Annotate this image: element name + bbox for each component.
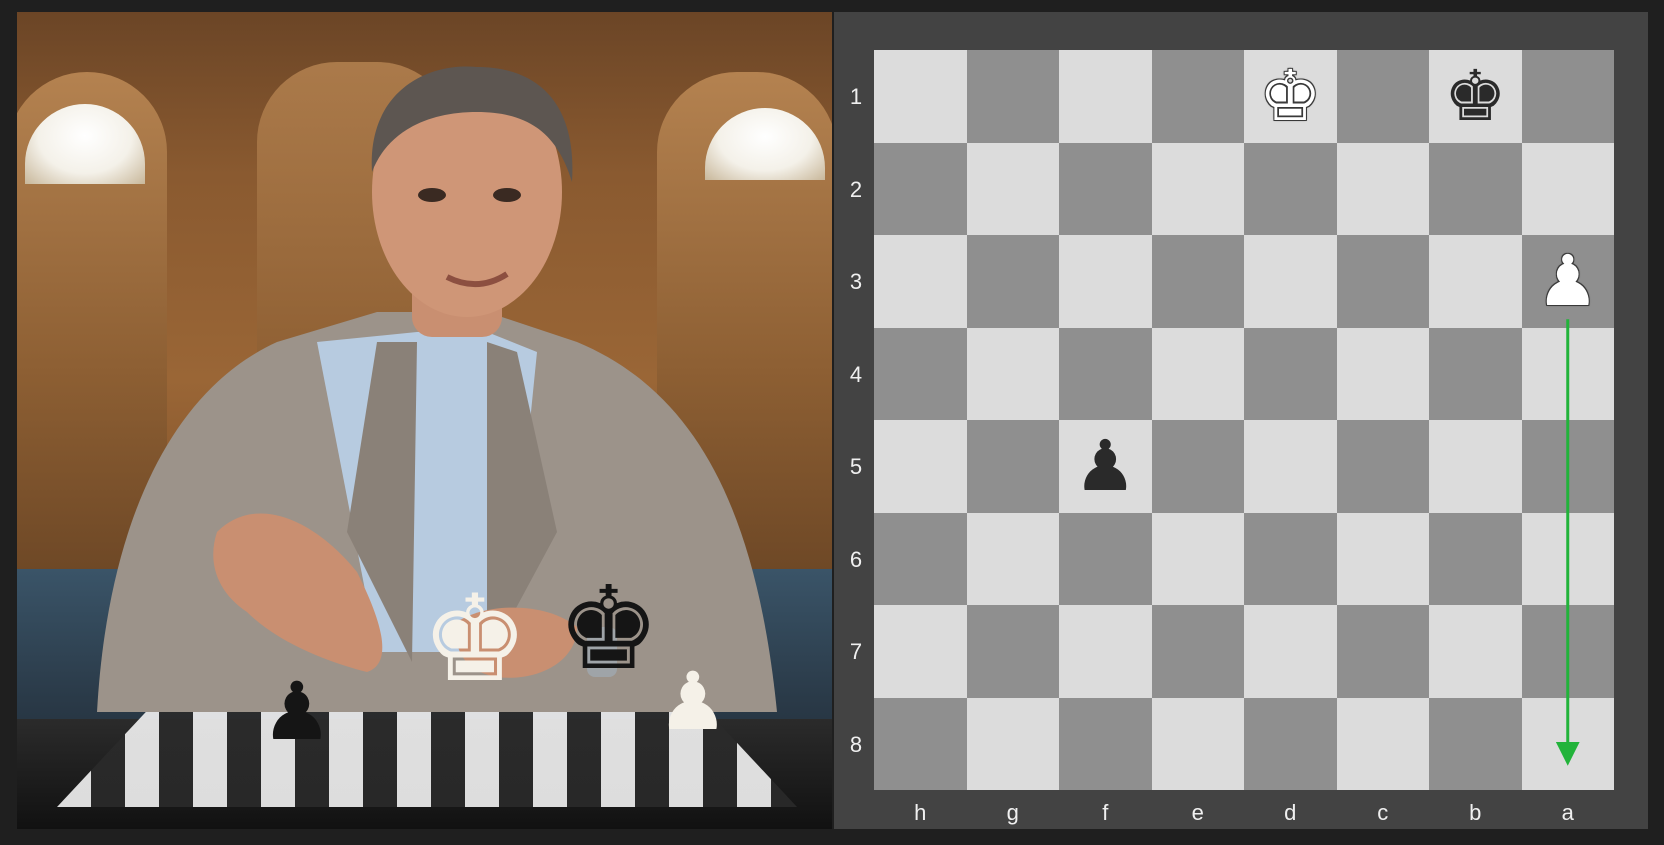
square-d6[interactable]	[1244, 512, 1337, 605]
square-f2[interactable]	[1059, 142, 1152, 235]
square-c4[interactable]	[1336, 327, 1429, 420]
square-d2[interactable]	[1244, 142, 1337, 235]
square-f5[interactable]: ♟	[1059, 420, 1152, 513]
white-king-icon[interactable]: ♚	[1244, 50, 1337, 143]
square-g2[interactable]	[966, 142, 1059, 235]
rank-label: 3	[849, 269, 863, 295]
square-e5[interactable]	[1151, 420, 1244, 513]
file-label: e	[1191, 800, 1204, 825]
square-c6[interactable]	[1336, 512, 1429, 605]
square-b1[interactable]: ♚	[1429, 50, 1522, 143]
square-a3[interactable]: ♟	[1521, 235, 1615, 328]
square-b4[interactable]	[1429, 327, 1522, 420]
rank-label: 6	[849, 546, 863, 572]
square-a5[interactable]	[1521, 420, 1614, 513]
square-e7[interactable]	[1151, 605, 1244, 698]
white-king-icon: ♚	[421, 570, 529, 709]
square-c7[interactable]	[1336, 605, 1429, 698]
square-d3[interactable]	[1244, 235, 1337, 328]
square-h3[interactable]	[874, 235, 967, 328]
square-b7[interactable]	[1429, 605, 1522, 698]
rank-label: 8	[849, 731, 863, 757]
square-g1[interactable]	[966, 50, 1059, 143]
square-e6[interactable]	[1151, 512, 1244, 605]
black-pawn-icon[interactable]: ♟	[1059, 420, 1152, 513]
file-label: h	[914, 800, 927, 825]
file-label: d	[1284, 800, 1297, 825]
square-d7[interactable]	[1244, 605, 1337, 698]
square-g8[interactable]	[966, 697, 1059, 790]
file-label: b	[1469, 800, 1482, 825]
square-a1[interactable]	[1521, 50, 1614, 143]
chess-diagram-panel: ♚ ♚ ♟ ♟ 12345678 hgfedcba	[834, 12, 1648, 829]
square-b5[interactable]	[1429, 420, 1522, 513]
white-pawn-icon: ♟	[657, 655, 729, 748]
square-e2[interactable]	[1151, 142, 1244, 235]
rank-label: 7	[849, 639, 863, 665]
square-b2[interactable]	[1429, 142, 1522, 235]
square-h6[interactable]	[874, 512, 967, 605]
square-h5[interactable]	[874, 420, 967, 513]
black-king-icon[interactable]: ♚	[1429, 50, 1522, 143]
square-c2[interactable]	[1336, 142, 1429, 235]
square-b6[interactable]	[1429, 512, 1522, 605]
rank-label: 5	[849, 454, 863, 480]
white-pawn-icon[interactable]: ♟	[1522, 235, 1615, 328]
chess-board[interactable]: ♚ ♚ ♟ ♟	[874, 50, 1614, 790]
square-c3[interactable]	[1336, 235, 1429, 328]
rank-label: 4	[849, 361, 863, 387]
rank-label: 1	[849, 84, 863, 110]
square-e4[interactable]	[1151, 327, 1244, 420]
square-c8[interactable]	[1336, 697, 1429, 790]
square-d8[interactable]	[1244, 697, 1337, 790]
square-g3[interactable]	[966, 235, 1059, 328]
square-g4[interactable]	[966, 327, 1059, 420]
square-c1[interactable]	[1336, 50, 1429, 143]
square-f1[interactable]	[1059, 50, 1152, 143]
square-e8[interactable]	[1151, 697, 1244, 790]
square-a8[interactable]	[1521, 697, 1614, 790]
square-d1[interactable]: ♚	[1244, 50, 1337, 143]
square-a6[interactable]	[1521, 512, 1614, 605]
black-pawn-icon: ♟	[261, 665, 333, 758]
file-label: c	[1377, 800, 1389, 825]
black-king-icon: ♚	[557, 562, 661, 696]
square-a7[interactable]	[1521, 605, 1614, 698]
file-label: g	[1006, 800, 1019, 825]
square-b8[interactable]	[1429, 697, 1522, 790]
square-e3[interactable]	[1151, 235, 1244, 328]
file-label: a	[1561, 800, 1574, 825]
square-d4[interactable]	[1244, 327, 1337, 420]
square-d5[interactable]	[1244, 420, 1337, 513]
square-c5[interactable]	[1336, 420, 1429, 513]
square-h2[interactable]	[874, 142, 967, 235]
file-label: f	[1102, 800, 1109, 825]
square-g7[interactable]	[966, 605, 1059, 698]
square-h8[interactable]	[874, 697, 967, 790]
square-h4[interactable]	[874, 327, 967, 420]
square-g5[interactable]	[966, 420, 1059, 513]
square-a2[interactable]	[1521, 142, 1614, 235]
square-e1[interactable]	[1151, 50, 1244, 143]
rank-label: 2	[849, 176, 863, 202]
square-g6[interactable]	[966, 512, 1059, 605]
square-f7[interactable]	[1059, 605, 1152, 698]
square-h1[interactable]	[874, 50, 967, 143]
instructor-video[interactable]: ♚ ♚ ♟ ♟	[17, 12, 832, 829]
square-f4[interactable]	[1059, 327, 1152, 420]
square-f6[interactable]	[1059, 512, 1152, 605]
square-h7[interactable]	[874, 605, 967, 698]
square-a4[interactable]	[1521, 327, 1614, 420]
square-f8[interactable]	[1059, 697, 1152, 790]
square-b3[interactable]	[1429, 235, 1522, 328]
square-f3[interactable]	[1059, 235, 1152, 328]
